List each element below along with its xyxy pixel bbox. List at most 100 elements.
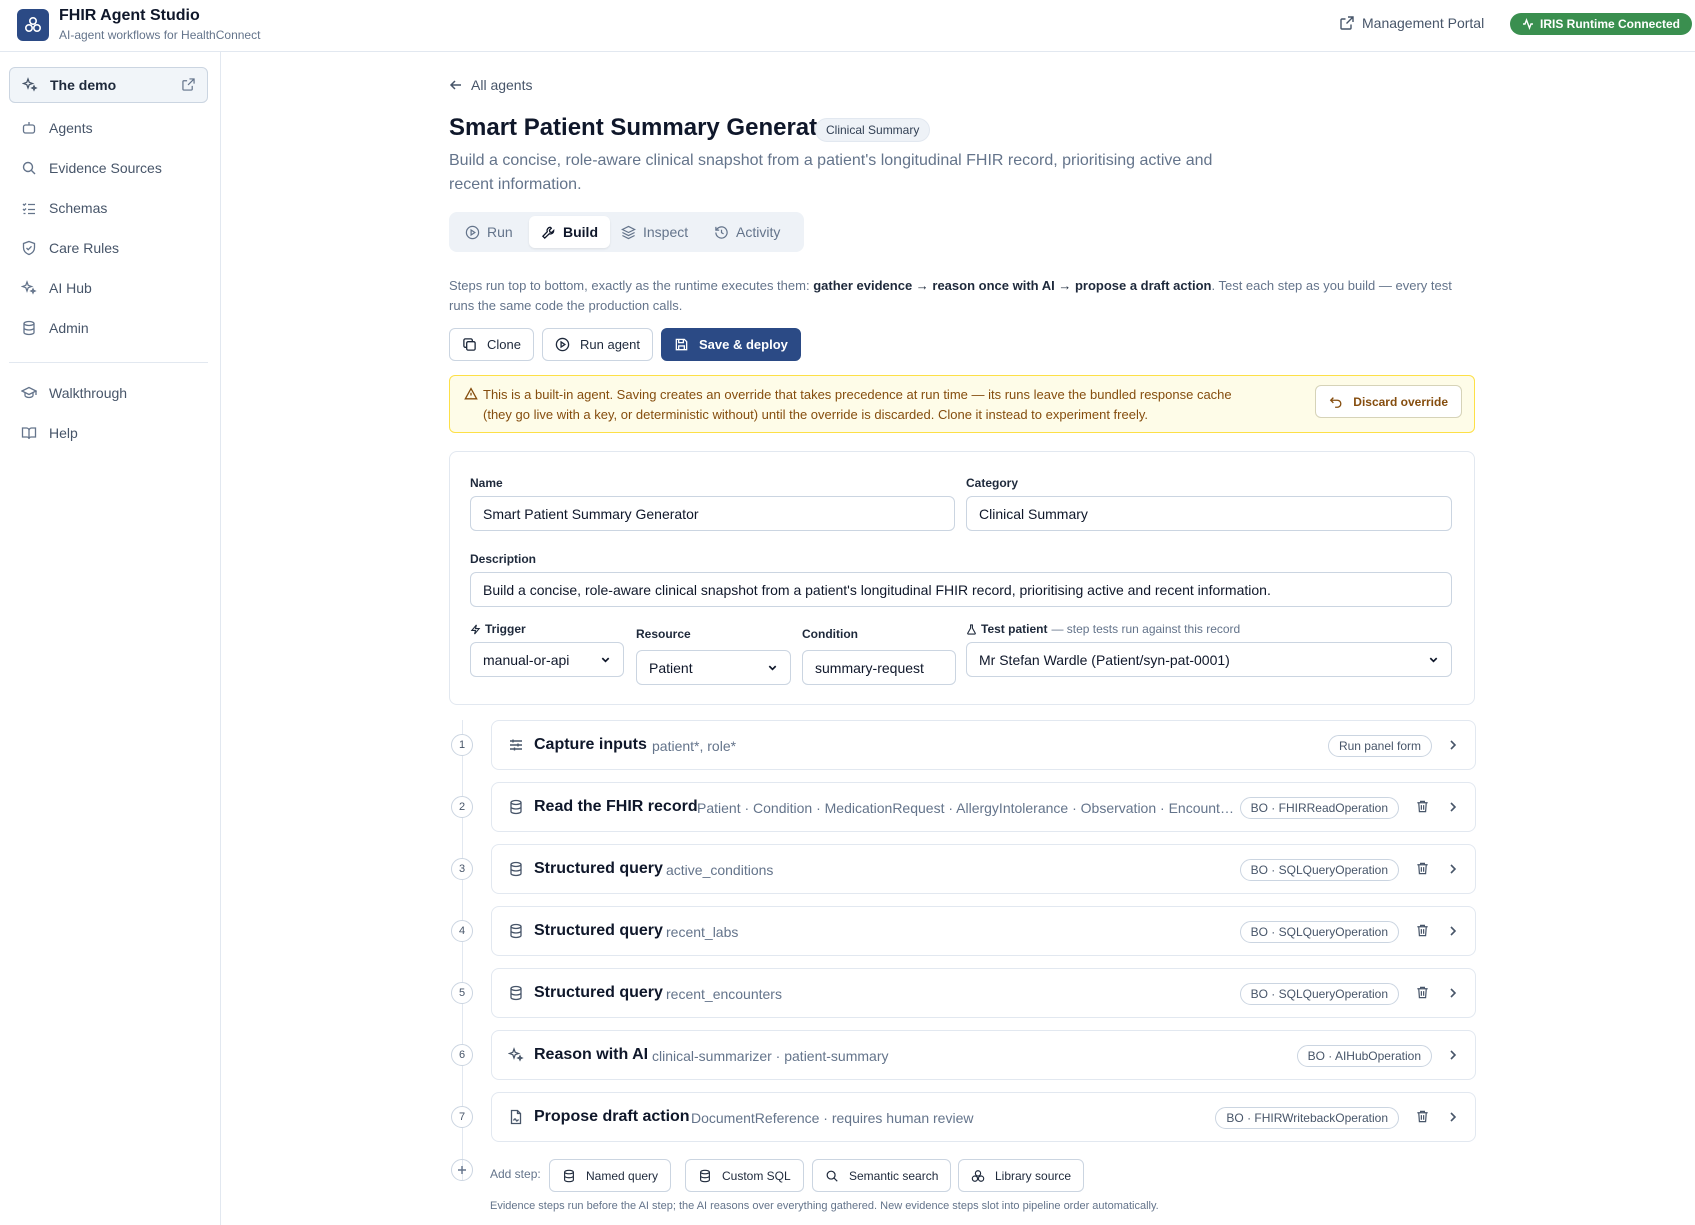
step-title: Capture inputs bbox=[534, 736, 647, 753]
sparkles-icon bbox=[22, 77, 38, 93]
play-circle-icon bbox=[465, 225, 480, 240]
chevron-right-icon[interactable] bbox=[1446, 986, 1460, 1000]
save-deploy-button-label: Save & deploy bbox=[699, 337, 788, 352]
add-custom-sql-button[interactable]: Custom SQL bbox=[685, 1159, 804, 1192]
list-checks-icon bbox=[21, 200, 37, 216]
back-link[interactable]: All agents bbox=[449, 77, 532, 93]
tab-activity[interactable]: Activity bbox=[702, 216, 792, 248]
condition-label: Condition bbox=[802, 627, 858, 641]
sidebar-item-evidence-sources[interactable]: Evidence Sources bbox=[9, 150, 208, 186]
test-patient-label: Test patient — step tests run against th… bbox=[966, 622, 1240, 636]
sidebar-item-care-rules[interactable]: Care Rules bbox=[9, 230, 208, 266]
add-step-label: Add step: bbox=[490, 1167, 541, 1181]
trigger-select-value: manual-or-api bbox=[483, 651, 570, 668]
chevron-right-icon[interactable] bbox=[1446, 862, 1460, 876]
activity-icon bbox=[1522, 18, 1534, 30]
step-title: Read the FHIR record bbox=[534, 798, 698, 815]
app-subtitle: AI-agent workflows for HealthConnect bbox=[59, 28, 261, 42]
tab-label: Inspect bbox=[643, 224, 689, 240]
add-custom-sql-label: Custom SQL bbox=[722, 1168, 791, 1183]
tab-run[interactable]: Run bbox=[453, 216, 525, 248]
arrow-left-icon bbox=[449, 78, 463, 92]
add-step-marker bbox=[451, 1159, 473, 1181]
step-propose-draft-action[interactable]: Propose draft action DocumentReference ·… bbox=[491, 1092, 1476, 1142]
discard-override-button[interactable]: Discard override bbox=[1315, 385, 1462, 418]
trash-icon[interactable] bbox=[1415, 923, 1430, 938]
tab-build[interactable]: Build bbox=[529, 216, 610, 248]
plus-icon bbox=[451, 1159, 473, 1181]
top-bar: FHIR Agent Studio AI-agent workflows for… bbox=[0, 0, 1695, 52]
step-title: Propose draft action bbox=[534, 1108, 690, 1125]
trash-icon[interactable] bbox=[1415, 799, 1430, 814]
step-structured-query-recent-encounters[interactable]: Structured query recent_encounters BO · … bbox=[491, 968, 1476, 1018]
tab-label: Activity bbox=[736, 224, 781, 240]
layers-icon bbox=[621, 225, 636, 240]
description-field[interactable]: Build a concise, role-aware clinical sna… bbox=[470, 572, 1452, 607]
wrench-icon bbox=[541, 225, 556, 240]
step-number: 1 bbox=[451, 734, 473, 756]
app-logo[interactable] bbox=[17, 9, 49, 41]
intro-prefix: Steps run top to bottom, exactly as the … bbox=[449, 278, 814, 293]
clone-button-label: Clone bbox=[487, 337, 521, 352]
add-library-source-label: Library source bbox=[995, 1168, 1072, 1183]
trigger-label-text: Trigger bbox=[485, 622, 526, 636]
tab-inspect[interactable]: Inspect bbox=[609, 216, 700, 248]
resource-select[interactable]: Patient bbox=[636, 650, 791, 685]
save-deploy-button[interactable]: Save & deploy bbox=[661, 328, 801, 361]
sidebar-item-the-demo[interactable]: The demo bbox=[9, 67, 208, 103]
step-detail: recent_encounters bbox=[666, 986, 782, 1002]
step-capture-inputs[interactable]: Capture inputs patient*, role* Run panel… bbox=[491, 720, 1476, 770]
step-reason-with-ai[interactable]: Reason with AI clinical-summarizer · pat… bbox=[491, 1030, 1476, 1080]
step-read-fhir-record[interactable]: Read the FHIR record Patient · Condition… bbox=[491, 782, 1476, 832]
management-portal-link[interactable]: Management Portal bbox=[1340, 15, 1484, 31]
database-icon bbox=[698, 1169, 712, 1183]
category-label: Category bbox=[966, 476, 1019, 490]
flask-icon bbox=[966, 623, 977, 635]
chevron-down-icon bbox=[600, 654, 611, 665]
chevron-right-icon[interactable] bbox=[1446, 800, 1460, 814]
sidebar-item-ai-hub[interactable]: AI Hub bbox=[9, 270, 208, 306]
chevron-right-icon[interactable] bbox=[1446, 738, 1460, 752]
step-title: Reason with AI bbox=[534, 1046, 649, 1063]
sidebar-item-walkthrough[interactable]: Walkthrough bbox=[9, 375, 208, 411]
test-patient-hint: — step tests run against this record bbox=[1051, 622, 1241, 636]
step-structured-query-recent-labs[interactable]: Structured query recent_labs BO · SQLQue… bbox=[491, 906, 1476, 956]
trash-icon[interactable] bbox=[1415, 1109, 1430, 1124]
external-link-icon bbox=[182, 78, 195, 91]
sidebar-item-agents[interactable]: Agents bbox=[9, 110, 208, 146]
database-icon bbox=[508, 923, 524, 939]
sidebar-item-schemas[interactable]: Schemas bbox=[9, 190, 208, 226]
trash-icon[interactable] bbox=[1415, 861, 1430, 876]
add-library-source-button[interactable]: Library source bbox=[958, 1159, 1085, 1192]
page-description: Build a concise, role-aware clinical sna… bbox=[449, 152, 1213, 193]
add-named-query-button[interactable]: Named query bbox=[549, 1159, 672, 1192]
test-patient-select-value: Mr Stefan Wardle (Patient/syn-pat-0001) bbox=[979, 651, 1230, 668]
sidebar-item-label: Walkthrough bbox=[49, 385, 128, 401]
trash-icon[interactable] bbox=[1415, 985, 1430, 1000]
add-semantic-search-button[interactable]: Semantic search bbox=[812, 1159, 952, 1192]
add-semantic-search-label: Semantic search bbox=[849, 1168, 939, 1183]
step-structured-query-active-conditions[interactable]: Structured query active_conditions BO · … bbox=[491, 844, 1476, 894]
sidebar: The demo Agents Evidence Sources Schemas… bbox=[0, 52, 221, 1225]
sidebar-item-label: Evidence Sources bbox=[49, 160, 162, 176]
sidebar-item-help[interactable]: Help bbox=[9, 415, 208, 451]
sidebar-item-label: Schemas bbox=[49, 200, 108, 216]
name-field[interactable]: Smart Patient Summary Generator bbox=[470, 496, 955, 531]
copy-icon bbox=[462, 337, 477, 352]
condition-field[interactable]: summary-request bbox=[802, 650, 956, 685]
sidebar-item-label: Admin bbox=[49, 320, 89, 336]
test-patient-select[interactable]: Mr Stefan Wardle (Patient/syn-pat-0001) bbox=[966, 642, 1452, 677]
clone-button[interactable]: Clone bbox=[449, 328, 534, 361]
chevron-right-icon[interactable] bbox=[1446, 924, 1460, 938]
chevron-right-icon[interactable] bbox=[1446, 1110, 1460, 1124]
sidebar-item-admin[interactable]: Admin bbox=[9, 310, 208, 346]
chevron-right-icon[interactable] bbox=[1446, 1048, 1460, 1062]
run-agent-button[interactable]: Run agent bbox=[542, 328, 653, 361]
trigger-select[interactable]: manual-or-api bbox=[470, 642, 624, 677]
category-field[interactable]: Clinical Summary bbox=[966, 496, 1452, 531]
search-icon bbox=[825, 1169, 839, 1183]
intro-bold: gather evidence → reason once with AI → … bbox=[813, 278, 1212, 293]
database-icon bbox=[508, 985, 524, 1001]
step-detail: Patient · Condition · MedicationRequest … bbox=[697, 800, 1234, 816]
step-operation-pill: BO · SQLQueryOperation bbox=[1239, 859, 1399, 881]
